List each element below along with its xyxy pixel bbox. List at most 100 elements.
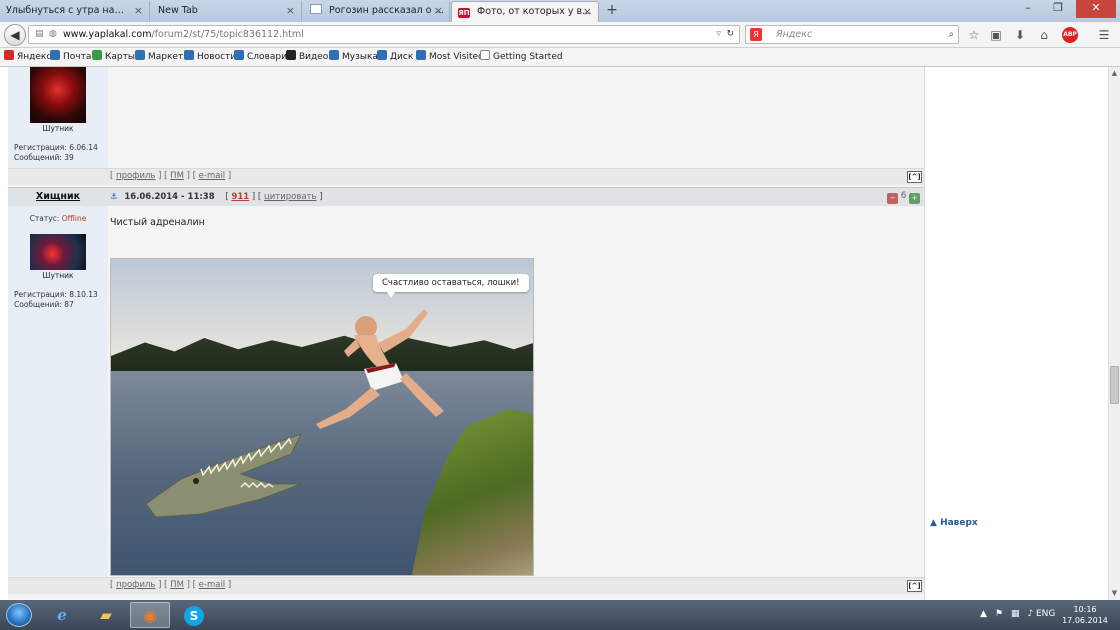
bookmark-disk[interactable]: Диск	[377, 50, 413, 65]
email-link[interactable]: e-mail	[199, 580, 226, 590]
search-placeholder: Яндекс	[776, 29, 813, 40]
user-avatar[interactable]	[30, 234, 86, 270]
bookmark-label: Most Visited	[429, 52, 484, 62]
post-text: Чистый адреналин	[110, 217, 205, 228]
post-rating[interactable]: 911	[231, 192, 249, 202]
bookmark-mail[interactable]: Почта	[50, 50, 91, 65]
bookmark-star-icon[interactable]: ☆	[966, 27, 982, 43]
close-tab-icon[interactable]: ×	[134, 1, 143, 21]
yandex-search-icon[interactable]: Я	[750, 28, 762, 41]
home-icon[interactable]: ⌂	[1036, 27, 1052, 43]
search-bar[interactable]: Я Яндекс ⌕	[745, 25, 959, 44]
scroll-top-icon[interactable]: [^]	[907, 580, 922, 592]
skype-icon[interactable]: S	[174, 602, 214, 628]
to-top-link[interactable]: ▲ Наверх	[930, 518, 978, 528]
scroll-top-icon[interactable]: [^]	[907, 171, 922, 183]
bookmark-label: Музыка	[342, 52, 378, 62]
tab-3[interactable]: Рогозин рассказал о план... ×	[304, 1, 450, 22]
close-tab-icon[interactable]: ×	[434, 1, 443, 21]
url-bar[interactable]: ▤ ◍ www.yaplakal.com/forum2/st/75/topic8…	[28, 25, 740, 44]
message-count: Сообщений: 39	[14, 153, 74, 162]
forum-topic: Шутник Регистрация: 6.06.14 Сообщений: 3…	[8, 67, 924, 600]
quote-link[interactable]: цитировать	[264, 192, 317, 202]
close-tab-icon[interactable]: ×	[583, 2, 592, 22]
post-anchor-icon[interactable]: ⚓	[110, 192, 118, 202]
bookmark-label: Getting Started	[493, 52, 563, 62]
browser-window: Улыбнуться с утра на тему сп... × New Ta…	[0, 0, 1120, 630]
back-arrow-icon[interactable]: ◀	[4, 24, 26, 46]
clock-time: 10:16	[1073, 605, 1097, 614]
bookmark-video[interactable]: Видео	[286, 50, 328, 65]
adblock-icon[interactable]: ABP	[1062, 27, 1078, 43]
bookmark-maps[interactable]: Карты	[92, 50, 135, 65]
internet-explorer-icon[interactable]: e	[42, 602, 82, 628]
most-visited-icon	[416, 50, 426, 60]
profile-link[interactable]: профиль	[116, 580, 155, 590]
user-avatar[interactable]	[30, 67, 86, 123]
language-indicator[interactable]: ENG	[1036, 609, 1055, 619]
tab-4-active[interactable]: ЯП Фото, от которых у вас по... ×	[451, 1, 599, 22]
bookmark-dictionaries[interactable]: Словари	[234, 50, 287, 65]
bookmark-news[interactable]: Новости	[184, 50, 236, 65]
bookmarks-list-icon[interactable]: ▣	[988, 27, 1004, 43]
file-explorer-icon[interactable]: ▰	[86, 602, 126, 628]
tab-1[interactable]: Улыбнуться с утра на тему сп... ×	[0, 1, 150, 22]
bookmark-label: Диск	[390, 52, 414, 62]
jumping-boy-figure	[316, 309, 444, 429]
bookmark-label: Почта	[63, 52, 92, 62]
bookmark-getting-started[interactable]: Getting Started	[480, 50, 563, 65]
page-info-icon[interactable]: ▤	[35, 26, 44, 43]
pm-link[interactable]: ПМ	[170, 580, 184, 590]
status-value: Offline	[61, 214, 87, 223]
scroll-up-arrow-icon[interactable]: ▲	[1110, 69, 1119, 79]
bookmark-label: Яндекс	[17, 52, 52, 62]
vertical-scrollbar[interactable]	[1108, 67, 1120, 600]
post-info: ⚓ 16.06.2014 - 11:38 [ 911 ] [ цитироват…	[110, 192, 323, 202]
clock[interactable]: 10:16 17.06.2014	[1060, 604, 1110, 626]
vote-down-icon[interactable]: −	[887, 193, 899, 204]
bookmark-yandex[interactable]: Яндекс	[4, 50, 51, 65]
bookmark-music[interactable]: Музыка	[329, 50, 378, 65]
pm-link[interactable]: ПМ	[170, 171, 184, 181]
reload-icon[interactable]: ↻	[726, 26, 734, 43]
scroll-down-arrow-icon[interactable]: ▼	[1110, 589, 1119, 599]
vote-count: 6	[900, 191, 907, 201]
maximize-icon[interactable]: ❐	[1044, 0, 1072, 18]
registration-date: Регистрация: 6.06.14	[14, 143, 98, 152]
volume-icon[interactable]: ♪	[1028, 609, 1034, 619]
bookmark-most-visited[interactable]: Most Visited	[416, 50, 484, 65]
network-icon[interactable]: ▦	[1011, 609, 1020, 619]
market-icon	[135, 50, 145, 60]
downloads-icon[interactable]: ⬇	[1012, 27, 1028, 43]
windows-taskbar: e ▰ ◉ S ▲ ⚑ ▦ ♪ ENG 10:16 17.06.2014	[0, 600, 1120, 630]
post1-footer: [ профиль ] [ ПМ ] [ e-mail ] [^]	[8, 168, 924, 185]
user-role: Шутник	[42, 271, 74, 280]
post-votes: − 6 +	[887, 191, 920, 204]
vote-up-icon[interactable]: +	[909, 193, 920, 204]
close-window-icon[interactable]: ✕	[1076, 0, 1116, 18]
user-role: Шутник	[42, 124, 74, 133]
scrollbar-thumb[interactable]	[1110, 366, 1119, 404]
dropdown-history-icon[interactable]: ▿	[716, 26, 721, 43]
firefox-icon[interactable]: ◉	[130, 602, 170, 628]
email-link[interactable]: e-mail	[199, 171, 226, 181]
start-orb-icon[interactable]	[6, 603, 32, 627]
menu-icon[interactable]: ☰	[1096, 27, 1112, 43]
bookmark-label: Видео	[299, 52, 329, 62]
tab-2[interactable]: New Tab ×	[152, 1, 302, 22]
bookmark-market[interactable]: Маркет	[135, 50, 183, 65]
flag-icon[interactable]: ⚑	[995, 609, 1003, 619]
magnifier-icon[interactable]: ⌕	[949, 26, 954, 43]
post-photo[interactable]: Счастливо оставаться, лошки!	[110, 258, 534, 576]
author-name[interactable]: Хищник	[8, 191, 108, 202]
registration-date: Регистрация: 8.10.13	[14, 290, 98, 299]
profile-link[interactable]: профиль	[116, 171, 155, 181]
close-tab-icon[interactable]: ×	[286, 1, 295, 21]
page-blank-icon	[480, 50, 490, 60]
tray-arrow-icon[interactable]: ▲	[980, 609, 987, 619]
user-status: Статус: Offline	[8, 214, 108, 223]
new-tab-plus-icon[interactable]: +	[604, 2, 620, 18]
minimize-icon[interactable]: –	[1014, 0, 1042, 18]
yaplakal-favicon-icon: ЯП	[458, 8, 470, 18]
tab-label: New Tab	[158, 5, 198, 16]
